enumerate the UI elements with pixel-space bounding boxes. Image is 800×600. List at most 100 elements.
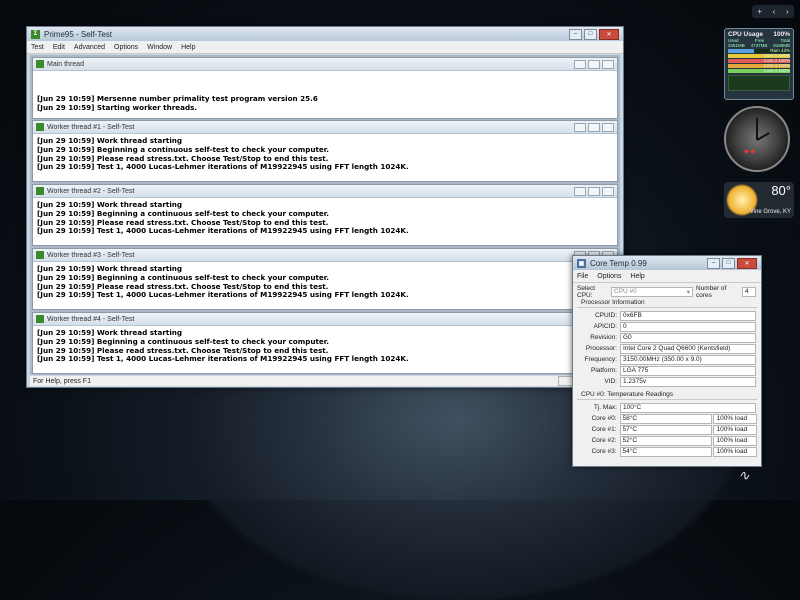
core-load: 100% load bbox=[713, 446, 757, 457]
child-minimize-button[interactable] bbox=[574, 59, 586, 69]
main-thread-titlebar[interactable]: Main thread bbox=[33, 58, 617, 71]
info-value: 0x6FB bbox=[620, 310, 756, 321]
info-row: Platform: LGA 775 bbox=[577, 365, 757, 376]
cpu-usage-gadget[interactable]: CPU Usage 100% Used Free Total 3451MB 47… bbox=[724, 28, 794, 100]
info-row: APICID: 0 bbox=[577, 321, 757, 332]
menu-edit[interactable]: Edit bbox=[53, 44, 65, 51]
menu-help[interactable]: Help bbox=[181, 44, 195, 51]
maximize-button[interactable]: □ bbox=[584, 28, 597, 40]
maximize-button[interactable]: □ bbox=[722, 257, 735, 269]
coretemp-title: Core Temp 0.99 bbox=[590, 258, 647, 268]
log-line: [Jun 29 10:59] Starting worker threads. bbox=[37, 102, 198, 112]
menu-file[interactable]: File bbox=[577, 273, 588, 280]
gadget-toolbar: + ‹ › bbox=[752, 5, 794, 18]
child-maximize-button[interactable] bbox=[588, 59, 600, 69]
num-cores-field: 4 bbox=[742, 286, 756, 297]
menu-window[interactable]: Window bbox=[147, 44, 172, 51]
tjmax-value: 100°C bbox=[620, 402, 756, 413]
info-value: Intel Core 2 Quad Q6600 (Kentsfield) bbox=[620, 343, 756, 354]
core-temp: 57°C bbox=[619, 424, 713, 435]
previous-gadget-button[interactable]: ‹ bbox=[773, 7, 776, 16]
clock-decoration: ◆ ◆ bbox=[744, 149, 755, 155]
thread-icon bbox=[36, 123, 44, 131]
child-minimize-button[interactable] bbox=[574, 122, 586, 132]
child-maximize-button[interactable] bbox=[588, 186, 600, 196]
worker-1-title: Worker thread #1 - Self-Test bbox=[47, 123, 135, 131]
chevron-down-icon: ▾ bbox=[686, 288, 690, 296]
menu-test[interactable]: Test bbox=[31, 44, 44, 51]
worker-thread-4-window[interactable]: Worker thread #4 - Self-Test [Jun 29 10:… bbox=[32, 312, 618, 374]
artist-signature: ∿ bbox=[738, 468, 750, 484]
num-cores-label: Number of cores bbox=[696, 284, 727, 299]
prime95-window[interactable]: Σ Prime95 - Self-Test – □ ✕ Test Edit Ad… bbox=[26, 26, 624, 388]
info-value: LGA 775 bbox=[620, 365, 756, 376]
minimize-button[interactable]: – bbox=[569, 28, 582, 40]
info-row: Frequency: 3150.00MHz (350.00 x 9.0) bbox=[577, 354, 757, 365]
core-temp: 54°C bbox=[619, 446, 713, 457]
child-minimize-button[interactable] bbox=[574, 186, 586, 196]
clock-gadget[interactable]: ◆ ◆ bbox=[724, 106, 790, 172]
select-cpu-dropdown[interactable]: CPU #0 ▾ bbox=[611, 286, 693, 297]
core-bar-label: Core 4 bbox=[763, 68, 778, 73]
worker-thread-1-window[interactable]: Worker thread #1 - Self-Test [Jun 29 10:… bbox=[32, 120, 618, 182]
info-label: Platform: bbox=[590, 367, 617, 374]
close-button[interactable]: ✕ bbox=[599, 28, 619, 40]
info-row: Processor: Intel Core 2 Quad Q6600 (Kent… bbox=[577, 343, 757, 354]
menu-options[interactable]: Options bbox=[114, 44, 138, 51]
add-gadget-button[interactable]: + bbox=[757, 7, 762, 16]
info-row: CPUID: 0x6FB bbox=[577, 310, 757, 321]
worker-3-titlebar[interactable]: Worker thread #3 - Self-Test bbox=[33, 249, 617, 262]
main-thread-title: Main thread bbox=[47, 60, 84, 68]
core-temp-text: 54°C bbox=[622, 448, 638, 455]
log-line: [Jun 29 10:59] Test 1, 4000 Lucas-Lehmer… bbox=[37, 226, 409, 236]
core-label: Core #3: bbox=[591, 448, 617, 455]
coretemp-window[interactable]: ▣ Core Temp 0.99 – □ ✕ File Options Help… bbox=[572, 255, 762, 467]
weather-gadget[interactable]: 80° Vine Grove, KY bbox=[724, 182, 794, 218]
child-close-button[interactable] bbox=[602, 122, 614, 132]
core-temp-text: 57°C bbox=[622, 426, 638, 433]
core-label: Core #2: bbox=[591, 437, 617, 444]
prime95-menubar: Test Edit Advanced Options Window Help bbox=[27, 41, 623, 54]
main-thread-window[interactable]: Main thread [Jun 29 10:59] Mersenne numb… bbox=[32, 57, 618, 119]
core-bar: Core 4 100% bbox=[728, 68, 790, 73]
select-cpu-value: CPU #0 bbox=[614, 288, 637, 295]
info-text: Intel Core 2 Quad Q6600 (Kentsfield) bbox=[623, 345, 731, 352]
next-gadget-button[interactable]: › bbox=[786, 7, 789, 16]
coretemp-titlebar[interactable]: ▣ Core Temp 0.99 – □ ✕ bbox=[573, 256, 761, 270]
mdi-client: Main thread [Jun 29 10:59] Mersenne numb… bbox=[30, 55, 620, 375]
worker-4-titlebar[interactable]: Worker thread #4 - Self-Test bbox=[33, 313, 617, 326]
thread-icon bbox=[36, 60, 44, 68]
child-close-button[interactable] bbox=[602, 186, 614, 196]
prime95-titlebar[interactable]: Σ Prime95 - Self-Test – □ ✕ bbox=[27, 27, 623, 41]
status-text: For Help, press F1 bbox=[33, 377, 91, 385]
worker-2-titlebar[interactable]: Worker thread #2 - Self-Test bbox=[33, 185, 617, 198]
select-cpu-label: Select CPU: bbox=[577, 284, 596, 299]
core-temp-text: 52°C bbox=[622, 437, 638, 444]
info-row: VID: 1.2375v bbox=[577, 376, 757, 387]
menu-help[interactable]: Help bbox=[630, 273, 644, 280]
info-text: 1.2375v bbox=[623, 378, 647, 385]
worker-thread-2-window[interactable]: Worker thread #2 - Self-Test [Jun 29 10:… bbox=[32, 184, 618, 246]
core-temp-row: Core #0: 58°C 100% load bbox=[577, 413, 757, 424]
child-maximize-button[interactable] bbox=[588, 122, 600, 132]
core-temp-row: Core #2: 52°C 100% load bbox=[577, 435, 757, 446]
core-temp-row: Core #3: 54°C 100% load bbox=[577, 446, 757, 457]
core-temp-row: Core #1: 57°C 100% load bbox=[577, 424, 757, 435]
info-value: 3150.00MHz (350.00 x 9.0) bbox=[620, 354, 756, 365]
coretemp-menubar: File Options Help bbox=[573, 270, 761, 283]
worker-thread-3-window[interactable]: Worker thread #3 - Self-Test [Jun 29 10:… bbox=[32, 248, 618, 310]
core-load: 100% load bbox=[713, 435, 757, 446]
worker-1-log: [Jun 29 10:59] Work thread starting [Jun… bbox=[33, 134, 617, 175]
worker-3-log: [Jun 29 10:59] Work thread starting [Jun… bbox=[33, 262, 617, 303]
worker-4-title: Worker thread #4 - Self-Test bbox=[47, 315, 135, 323]
weather-temp: 80° bbox=[771, 183, 791, 198]
menu-advanced[interactable]: Advanced bbox=[74, 44, 105, 51]
worker-1-titlebar[interactable]: Worker thread #1 - Self-Test bbox=[33, 121, 617, 134]
child-close-button[interactable] bbox=[602, 59, 614, 69]
close-button[interactable]: ✕ bbox=[737, 257, 757, 269]
menu-options[interactable]: Options bbox=[597, 273, 621, 280]
temperature-readings-label: CPU #0: Temperature Readings bbox=[581, 391, 674, 398]
clock-hour-hand bbox=[756, 118, 758, 140]
worker-4-log: [Jun 29 10:59] Work thread starting [Jun… bbox=[33, 326, 617, 367]
minimize-button[interactable]: – bbox=[707, 257, 720, 269]
